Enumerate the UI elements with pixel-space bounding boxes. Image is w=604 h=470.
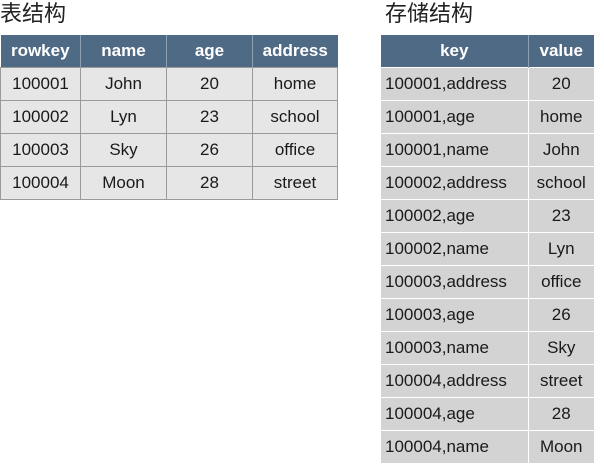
column-header-value: value (528, 35, 594, 68)
table-structure-title: 表结构 (0, 2, 67, 27)
value-cell: school (528, 166, 594, 200)
table-row: 100002 Lyn 23 school (0, 100, 338, 134)
value-cell: 20 (528, 67, 594, 101)
column-header-rowkey: rowkey (0, 35, 81, 68)
value-cell: Sky (528, 331, 594, 365)
key-cell: 100003,address (381, 265, 529, 299)
table-cell: school (252, 100, 338, 134)
table-row: 100004,age 28 (381, 397, 594, 431)
table-row: 100002,name Lyn (381, 232, 594, 266)
table-row: 100004 Moon 28 street (0, 166, 338, 200)
value-cell: home (528, 100, 594, 134)
table-cell: street (252, 166, 338, 200)
table-row: 100004,name Moon (381, 430, 594, 463)
value-cell: street (528, 364, 594, 398)
table-row: 100001,name John (381, 133, 594, 167)
key-cell: 100004,address (381, 364, 529, 398)
column-header-address: address (252, 35, 338, 68)
key-cell: 100002,name (381, 232, 529, 266)
table-row: 100003 Sky 26 office (0, 133, 338, 167)
value-cell: 28 (528, 397, 594, 431)
key-cell: 100002,age (381, 199, 529, 233)
table-cell: 26 (166, 133, 253, 167)
table-row: 100002,age 23 (381, 199, 594, 233)
table-cell: Sky (80, 133, 167, 167)
key-cell: 100004,age (381, 397, 529, 431)
table-row: 100003,address office (381, 265, 594, 299)
column-header-age: age (166, 35, 253, 68)
key-cell: 100001,address (381, 67, 529, 101)
table-header-row: rowkey name age address (0, 35, 338, 68)
key-cell: 100003,age (381, 298, 529, 332)
value-cell: John (528, 133, 594, 167)
table-cell: 100001 (0, 67, 81, 101)
key-cell: 100002,address (381, 166, 529, 200)
table-cell: Moon (80, 166, 167, 200)
table-structure-table: rowkey name age address 100001 John 20 h… (0, 35, 338, 200)
table-row: 100001,address 20 (381, 67, 594, 101)
table-cell: 100002 (0, 100, 81, 134)
value-cell: 26 (528, 298, 594, 332)
value-cell: Moon (528, 430, 594, 463)
column-header-key: key (381, 35, 529, 68)
table-cell: home (252, 67, 338, 101)
table-cell: 28 (166, 166, 253, 200)
table-cell: 20 (166, 67, 253, 101)
table-cell: office (252, 133, 338, 167)
table-row: 100003,name Sky (381, 331, 594, 365)
storage-structure-table: key value 100001,address 20 100001,age h… (381, 35, 594, 463)
table-row: 100003,age 26 (381, 298, 594, 332)
key-cell: 100004,name (381, 430, 529, 463)
storage-structure-title: 存储结构 (385, 2, 474, 27)
table-cell: Lyn (80, 100, 167, 134)
table-row: 100004,address street (381, 364, 594, 398)
table-row: 100002,address school (381, 166, 594, 200)
key-cell: 100001,name (381, 133, 529, 167)
value-cell: Lyn (528, 232, 594, 266)
value-cell: office (528, 265, 594, 299)
table-cell: 23 (166, 100, 253, 134)
table-row: 100001,age home (381, 100, 594, 134)
column-header-name: name (80, 35, 167, 68)
table-cell: John (80, 67, 167, 101)
key-cell: 100001,age (381, 100, 529, 134)
table-cell: 100003 (0, 133, 81, 167)
table-row: 100001 John 20 home (0, 67, 338, 101)
value-cell: 23 (528, 199, 594, 233)
table-header-row: key value (381, 35, 594, 68)
key-cell: 100003,name (381, 331, 529, 365)
table-cell: 100004 (0, 166, 81, 200)
